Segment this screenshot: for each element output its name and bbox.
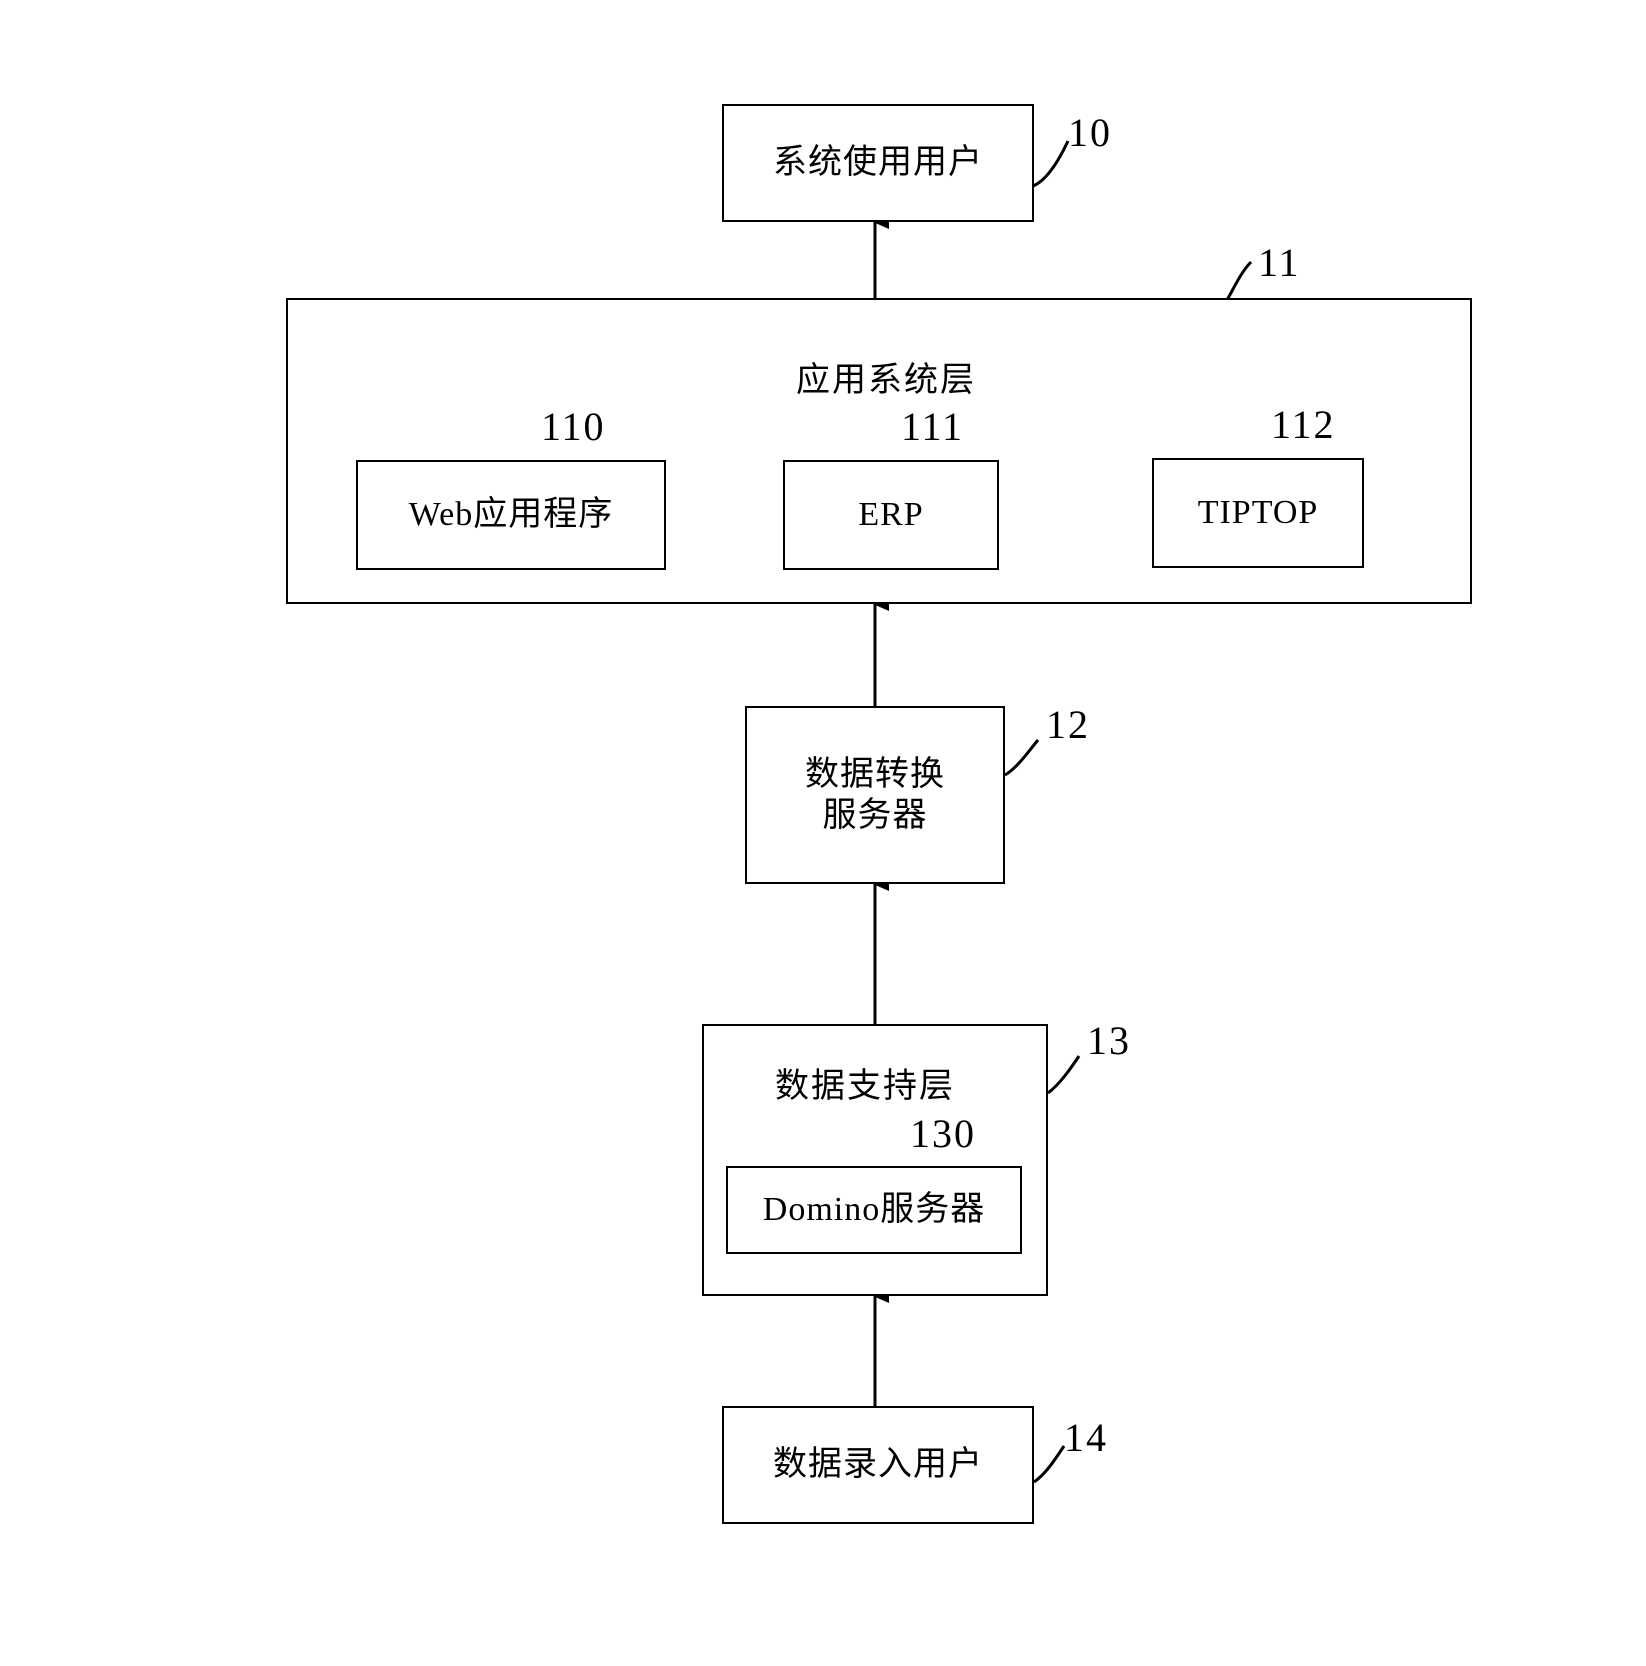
node-data-conversion-server[interactable]: 数据转换 服务器: [745, 706, 1005, 884]
node-application-layer-label: 应用系统层: [796, 362, 976, 399]
ref-numeral-130: 130: [910, 1111, 976, 1156]
leader-12: [1004, 739, 1040, 777]
ref-numeral-12: 12: [1046, 702, 1090, 747]
node-system-user-label: 系统使用用户: [773, 144, 983, 182]
node-data-entry-user-label: 数据录入用户: [773, 1446, 983, 1484]
ref-numeral-11: 11: [1258, 240, 1301, 285]
leader-10: [1032, 140, 1070, 188]
node-domino-server-label: Domino服务器: [762, 1191, 986, 1229]
ref-numeral-14: 14: [1064, 1415, 1108, 1460]
node-data-support-layer-label: 数据支持层: [775, 1068, 955, 1105]
ref-numeral-13: 13: [1087, 1018, 1131, 1063]
node-tiptop[interactable]: TIPTOP: [1152, 458, 1364, 568]
node-tiptop-label: TIPTOP: [1197, 494, 1319, 532]
leader-13: [1047, 1055, 1081, 1095]
ref-numeral-110: 110: [541, 404, 606, 449]
leader-11: [1225, 260, 1253, 301]
leader-14: [1033, 1445, 1066, 1484]
node-domino-server[interactable]: Domino服务器: [726, 1166, 1022, 1254]
node-erp[interactable]: ERP: [783, 460, 999, 570]
ref-numeral-111: 111: [901, 404, 965, 449]
node-web-application[interactable]: Web应用程序: [356, 460, 666, 570]
node-erp-label: ERP: [858, 496, 924, 534]
patent-figure: 系统使用用户 10 应用系统层 11 Web应用程序 110 ERP 111 T…: [0, 0, 1646, 1666]
node-data-conversion-server-label: 数据转换 服务器: [805, 755, 945, 834]
node-system-user[interactable]: 系统使用用户: [722, 104, 1034, 222]
ref-numeral-10: 10: [1068, 110, 1112, 155]
node-web-application-label: Web应用程序: [408, 496, 614, 534]
ref-numeral-112: 112: [1271, 402, 1336, 447]
node-data-entry-user[interactable]: 数据录入用户: [722, 1406, 1034, 1524]
